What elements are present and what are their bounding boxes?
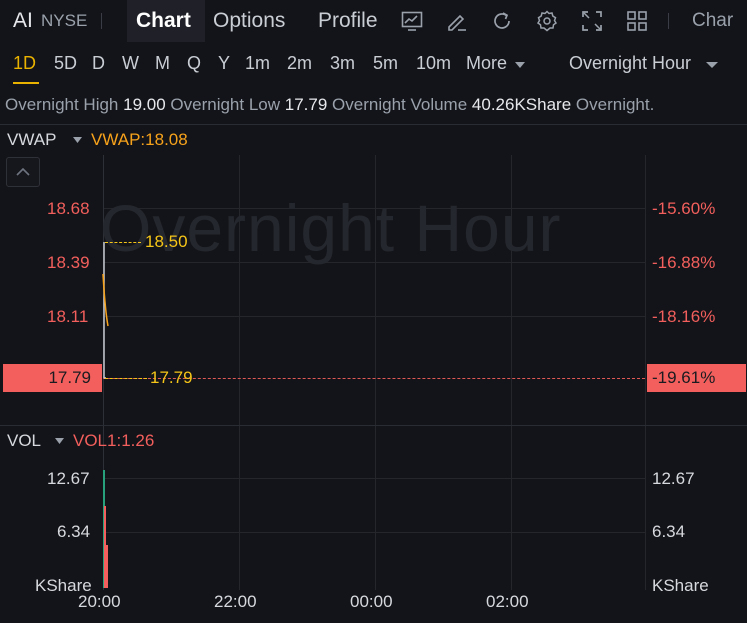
collapse-panel-button[interactable] — [6, 157, 40, 187]
ticker-symbol: AI — [13, 9, 33, 32]
tab-profile[interactable]: Profile — [318, 0, 378, 42]
divider — [0, 425, 747, 426]
grid-layout-icon[interactable] — [625, 9, 649, 33]
volume-axis-label-left: 12.67 — [47, 469, 90, 488]
gear-icon[interactable] — [535, 9, 559, 33]
overnight-volume-value: 40.26KShare — [471, 95, 572, 114]
chart-line-icon[interactable] — [400, 9, 424, 33]
price-axis-label-left: 18.39 — [47, 253, 90, 272]
fullscreen-icon[interactable] — [580, 9, 604, 33]
volume-axis-label-right: 12.67 — [652, 469, 695, 488]
tab-chart-cutoff[interactable]: Char — [692, 0, 733, 42]
overnight-trailing-label: Overnight. — [575, 95, 655, 114]
percent-axis-label-right: -18.16% — [652, 307, 716, 326]
price-line-chart — [102, 242, 109, 379]
current-price-tag-left: 17.79 — [3, 364, 102, 392]
more-periods-dropdown[interactable]: More — [466, 42, 526, 85]
volume-axis-label-left: 6.34 — [57, 522, 91, 541]
chevron-up-icon — [16, 167, 30, 176]
period-q[interactable]: Q — [187, 42, 201, 85]
period-selector-bar: 1D 5D D W M Q Y 1m 2m 3m 5m 10m More Ove… — [0, 42, 747, 85]
divider — [668, 13, 669, 29]
volume-axis-label-right: 6.34 — [652, 522, 686, 541]
period-1d[interactable]: 1D — [13, 42, 36, 85]
grid-line — [103, 532, 645, 533]
volume-axis-unit-right: KShare — [652, 576, 709, 595]
session-watermark: Overnight Hour — [100, 191, 562, 265]
session-select[interactable]: Overnight Hour — [569, 42, 719, 85]
period-w[interactable]: W — [122, 42, 139, 85]
price-axis-label-left: 18.68 — [47, 199, 90, 218]
current-percent-tag-right: -19.61% — [647, 364, 746, 392]
price-axis-label-left: 18.11 — [47, 307, 89, 326]
grid-line — [103, 478, 645, 479]
period-2m[interactable]: 2m — [287, 42, 312, 85]
vwap-value: VWAP:18.08 — [91, 130, 188, 149]
percent-axis-label-right: -16.88% — [652, 253, 716, 272]
period-5m[interactable]: 5m — [373, 42, 398, 85]
tab-chart[interactable]: Chart — [136, 0, 191, 42]
session-select-value: Overnight Hour — [569, 53, 692, 73]
top-nav-bar: AI NYSE Chart Options Profile Char — [0, 0, 747, 42]
chevron-down-icon — [706, 62, 719, 68]
volume-indicator-name[interactable]: VOL — [7, 431, 41, 451]
overnight-low-label: Overnight Low — [170, 95, 281, 114]
volume-bar — [106, 545, 108, 588]
chevron-down-icon — [515, 62, 526, 68]
chevron-down-icon[interactable] — [73, 137, 82, 143]
divider — [0, 124, 747, 125]
high-annotation-line — [105, 242, 141, 243]
active-period-indicator — [13, 82, 39, 84]
overnight-low-value: 17.79 — [284, 95, 328, 114]
period-5d[interactable]: 5D — [54, 42, 77, 85]
grid-line — [103, 316, 645, 317]
overnight-volume-label: Overnight Volume — [332, 95, 468, 114]
time-axis-label: 22:00 — [214, 592, 257, 611]
divider — [101, 13, 102, 29]
period-3m[interactable]: 3m — [330, 42, 355, 85]
high-annotation: 18.50 — [145, 232, 188, 251]
price-indicator-name[interactable]: VWAP — [7, 130, 56, 150]
period-1m[interactable]: 1m — [245, 42, 270, 85]
current-price-value: 17.79 — [48, 368, 91, 387]
refresh-icon[interactable] — [490, 9, 514, 33]
low-annotation: 17.79 — [150, 368, 193, 387]
time-axis-label: 20:00 — [78, 592, 121, 611]
current-percent-value: -19.61% — [652, 368, 716, 387]
draw-pen-icon[interactable] — [445, 9, 469, 33]
more-label: More — [466, 53, 508, 73]
volume-value: VOL1:1.26 — [73, 431, 155, 450]
low-annotation-line — [105, 378, 147, 379]
period-m[interactable]: M — [155, 42, 170, 85]
percent-axis-label-right: -15.60% — [652, 199, 716, 218]
chevron-down-icon[interactable] — [55, 438, 64, 444]
grid-line — [645, 155, 646, 590]
period-d[interactable]: D — [92, 42, 105, 85]
exchange-name: NYSE — [41, 11, 88, 30]
time-axis-label: 00:00 — [350, 592, 393, 611]
period-10m[interactable]: 10m — [416, 42, 451, 85]
overnight-info-line: Overnight High 19.00 Overnight Low 17.79… — [5, 94, 654, 116]
overnight-high-value: 19.00 — [123, 95, 166, 114]
overnight-high-label: Overnight High — [5, 95, 119, 114]
time-axis-label: 02:00 — [486, 592, 529, 611]
period-y[interactable]: Y — [218, 42, 230, 85]
tab-options[interactable]: Options — [213, 0, 285, 42]
